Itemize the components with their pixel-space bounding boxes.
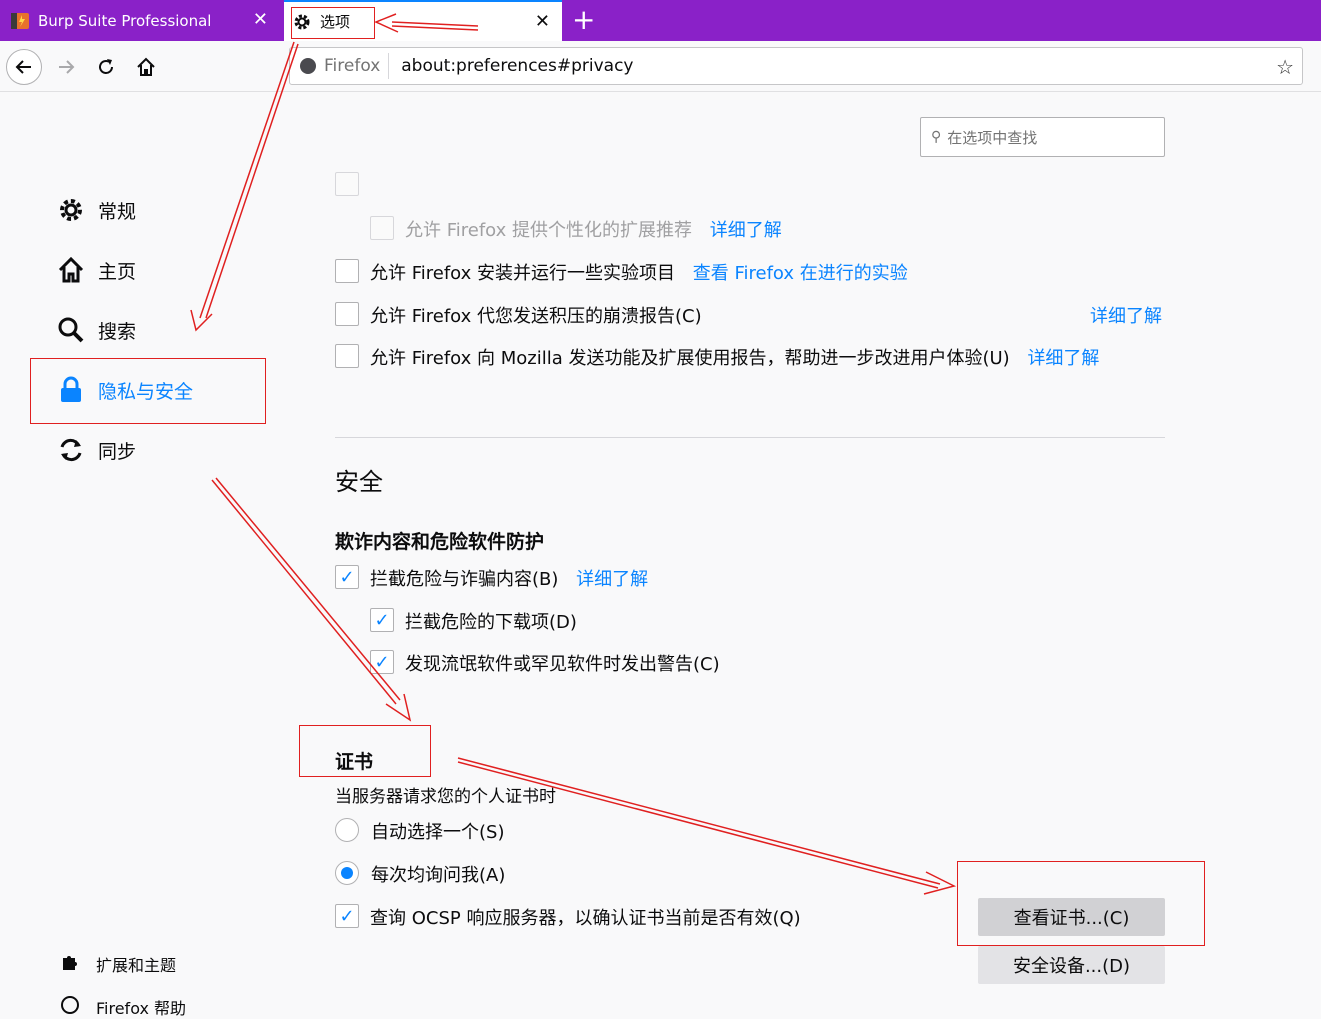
help-icon	[60, 995, 82, 1019]
close-tab-icon[interactable]: ✕	[253, 10, 268, 30]
sync-icon	[56, 435, 86, 465]
certificates-description: 当服务器请求您的个人证书时	[335, 787, 556, 807]
recommend-extensions-row: 允许 Firefox 提供个性化的扩展推荐 详细了解	[405, 216, 782, 242]
recommend-extensions-checkbox[interactable]	[370, 216, 394, 240]
sidebar-item-label: 搜索	[98, 320, 137, 343]
firefox-icon	[300, 58, 316, 74]
ask-every-time-label: 每次均询问我(A)	[371, 865, 506, 886]
studies-checkbox[interactable]	[335, 259, 359, 283]
ocsp-checkbox[interactable]: ✓	[335, 904, 359, 928]
view-studies-link[interactable]: 查看 Firefox 在进行的实验	[693, 263, 908, 284]
security-heading: 安全	[335, 468, 383, 496]
tab-burp-suite[interactable]: Burp Suite Professional ✕	[0, 0, 280, 41]
studies-row: 允许 Firefox 安装并运行一些实验项目 查看 Firefox 在进行的实验	[370, 259, 908, 285]
identity-label: Firefox	[324, 56, 381, 76]
footer-label: 扩展和主题	[96, 956, 177, 975]
telemetry-label: 允许 Firefox 向 Mozilla 发送功能及扩展使用报告，帮助进一步改进…	[370, 348, 1010, 369]
block-dangerous-label: 拦截危险与诈骗内容(B)	[370, 569, 559, 590]
search-icon: ⚲	[931, 129, 942, 145]
crash-reports-row: 允许 Firefox 代您发送积压的崩溃报告(C)	[370, 302, 702, 328]
sidebar-item-label: 同步	[98, 440, 137, 463]
warn-unwanted-checkbox[interactable]: ✓	[370, 650, 394, 674]
sidebar-item-general[interactable]: 常规	[56, 190, 136, 230]
studies-label: 允许 Firefox 安装并运行一些实验项目	[370, 263, 676, 284]
block-dangerous-row: 拦截危险与诈骗内容(B) 详细了解	[370, 565, 648, 591]
auto-select-radio[interactable]	[335, 818, 359, 842]
sidebar-footer-help[interactable]: Firefox 帮助	[60, 995, 186, 1019]
puzzle-icon	[60, 952, 82, 976]
reload-button[interactable]	[88, 49, 124, 85]
sidebar-footer-addons[interactable]: 扩展和主题	[60, 952, 176, 976]
preferences-search-input[interactable]: ⚲ 在选项中查找	[920, 117, 1165, 157]
close-tab-icon[interactable]: ✕	[535, 12, 550, 32]
burp-icon	[11, 12, 29, 29]
sidebar-item-search[interactable]: 搜索	[56, 310, 136, 350]
nav-bar: Firefox about:preferences#privacy ☆	[0, 41, 1321, 92]
back-arrow-icon	[15, 60, 31, 74]
crash-reports-checkbox[interactable]	[335, 302, 359, 326]
learn-more-link[interactable]: 详细了解	[1027, 348, 1099, 369]
home-button[interactable]	[128, 49, 164, 85]
sidebar-item-home[interactable]: 主页	[56, 250, 136, 290]
block-dangerous-checkbox[interactable]: ✓	[335, 565, 359, 589]
sidebar-item-sync[interactable]: 同步	[56, 430, 136, 470]
sidebar-item-label: 主页	[98, 260, 137, 283]
reload-icon	[99, 59, 113, 74]
url-text[interactable]: about:preferences#privacy	[401, 56, 633, 76]
identity-box[interactable]: Firefox	[290, 53, 390, 79]
annotation-box-certificates	[299, 725, 431, 777]
section-divider	[335, 437, 1165, 438]
back-button[interactable]	[6, 49, 42, 85]
telemetry-checkbox[interactable]	[335, 344, 359, 368]
learn-more-link[interactable]: 详细了解	[710, 220, 782, 241]
tab-strip: Burp Suite Professional ✕ 选项 ✕ +	[0, 0, 1321, 41]
warn-unwanted-label: 发现流氓软件或罕见软件时发出警告(C)	[405, 654, 720, 675]
search-icon	[56, 315, 86, 345]
forward-arrow-icon	[59, 60, 75, 74]
home-icon	[137, 57, 155, 76]
security-devices-button[interactable]: 安全设备...(D)	[978, 946, 1165, 984]
new-tab-button[interactable]: +	[572, 4, 595, 36]
ocsp-label: 查询 OCSP 响应服务器，以确认证书当前是否有效(Q)	[370, 908, 801, 929]
auto-select-label: 自动选择一个(S)	[371, 822, 505, 843]
telemetry-row: 允许 Firefox 向 Mozilla 发送功能及扩展使用报告，帮助进一步改进…	[370, 344, 1099, 370]
ask-every-time-radio[interactable]	[335, 861, 359, 885]
bookmark-star-icon[interactable]: ☆	[1276, 55, 1294, 79]
search-placeholder: 在选项中查找	[947, 128, 1038, 147]
deceptive-content-heading: 欺诈内容和危险软件防护	[335, 531, 545, 553]
url-bar[interactable]: Firefox about:preferences#privacy ☆	[289, 47, 1303, 85]
annotation-box-privacy	[30, 358, 266, 424]
sidebar-item-label: 常规	[98, 200, 137, 223]
annotation-box-view-button	[957, 861, 1205, 946]
gear-icon	[56, 195, 86, 225]
annotation-box-tab	[291, 7, 375, 39]
home-icon	[56, 255, 86, 285]
block-downloads-checkbox[interactable]: ✓	[370, 608, 394, 632]
checkbox-hidden-row[interactable]	[335, 172, 359, 196]
learn-more-link[interactable]: 详细了解	[1090, 302, 1162, 328]
forward-button[interactable]	[48, 49, 84, 85]
tab-title: Burp Suite Professional	[38, 11, 212, 30]
footer-label: Firefox 帮助	[96, 999, 187, 1018]
block-downloads-label: 拦截危险的下载项(D)	[405, 612, 577, 633]
learn-more-link[interactable]: 详细了解	[576, 569, 648, 590]
recommend-extensions-label: 允许 Firefox 提供个性化的扩展推荐	[405, 220, 693, 241]
crash-reports-label: 允许 Firefox 代您发送积压的崩溃报告(C)	[370, 306, 702, 327]
